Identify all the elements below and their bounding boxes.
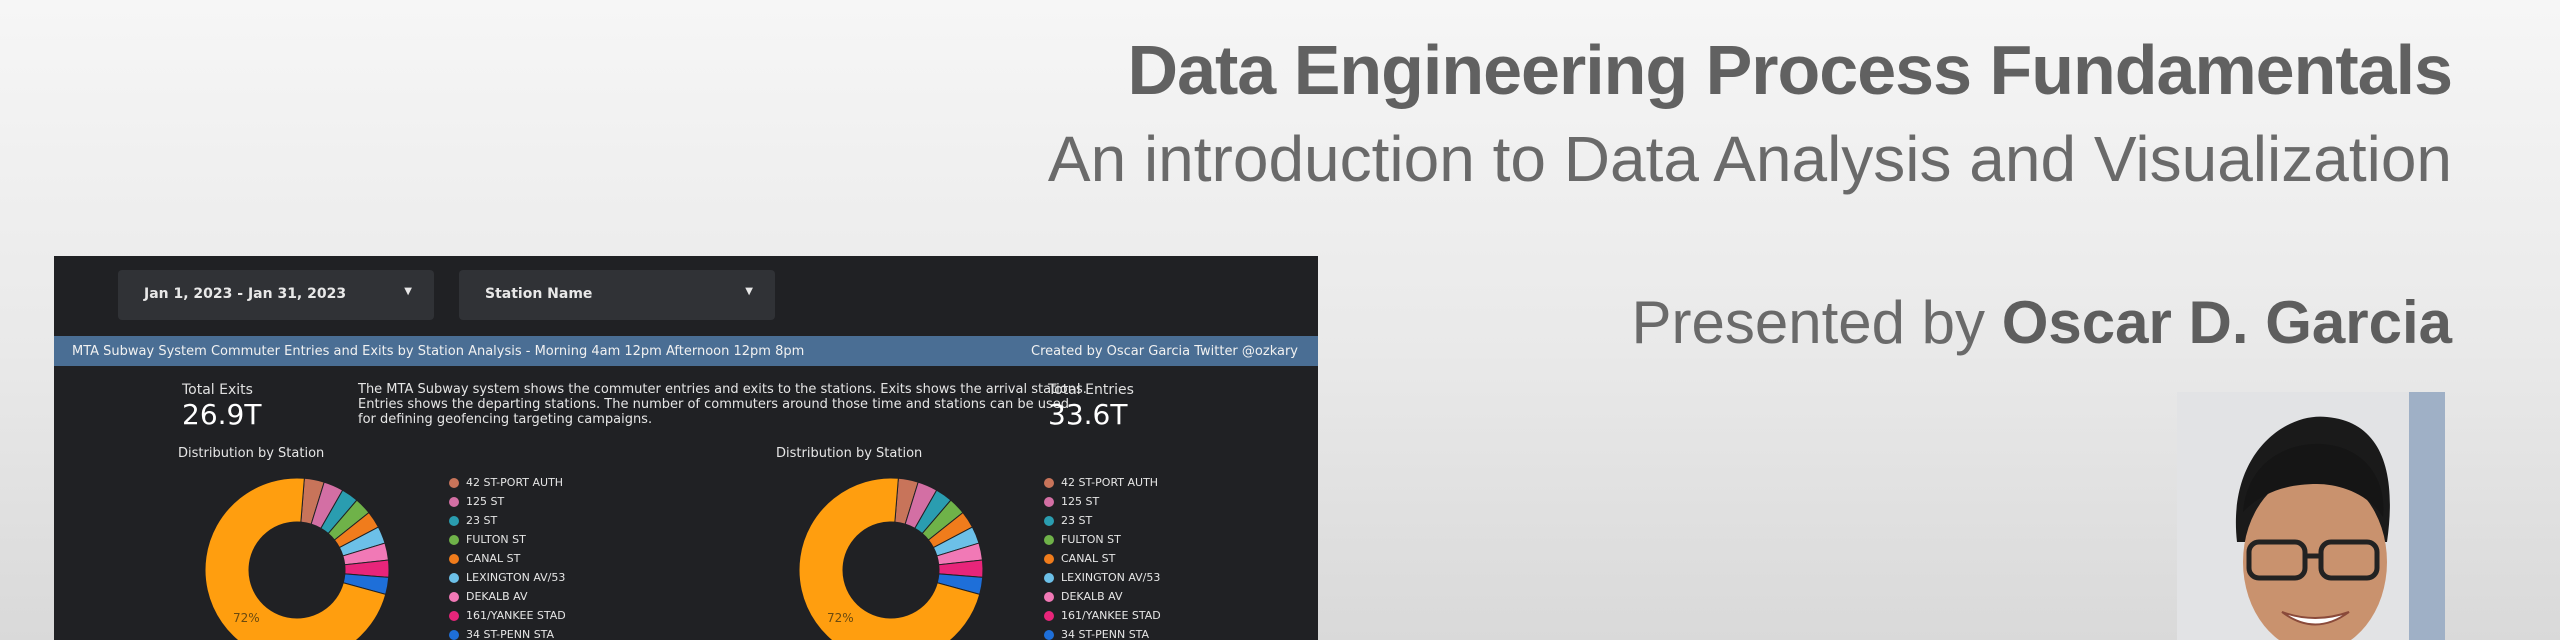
legend-label: FULTON ST: [466, 533, 526, 546]
donut-percent-label: 72%: [827, 611, 854, 625]
presenter-line: Presented by Oscar D. Garcia: [1632, 288, 2453, 357]
legend-label: 161/YANKEE STAD: [1061, 609, 1161, 622]
total-exits-value: 26.9T: [182, 398, 262, 431]
date-range-value: Jan 1, 2023 - Jan 31, 2023: [144, 286, 347, 302]
report-banner: MTA Subway System Commuter Entries and E…: [54, 336, 1318, 366]
donut-chart-left: 72%: [204, 477, 390, 640]
legend-label: 23 ST: [1061, 514, 1093, 527]
legend-swatch: [449, 516, 459, 526]
banner-credit: Created by Oscar Garcia Twitter @ozkary: [1031, 344, 1298, 359]
legend-label: 34 ST-PENN STA: [1061, 628, 1150, 640]
date-range-picker[interactable]: Jan 1, 2023 - Jan 31, 2023 ▼: [118, 270, 434, 320]
legend-label: LEXINGTON AV/53: [1061, 571, 1161, 584]
legend-swatch: [1044, 516, 1054, 526]
legend-swatch: [449, 592, 459, 602]
legend-swatch: [1044, 573, 1054, 583]
presented-by-label: Presented by: [1631, 289, 1986, 356]
total-exits-label: Total Exits: [182, 382, 253, 398]
legend-label: 23 ST: [466, 514, 498, 527]
station-filter-label: Station Name: [485, 286, 593, 302]
legend-swatch: [1044, 535, 1054, 545]
caret-down-icon: ▼: [745, 286, 753, 297]
legend-label: LEXINGTON AV/53: [466, 571, 566, 584]
distribution-title-left: Distribution by Station: [178, 446, 325, 461]
dashboard-description: The MTA Subway system shows the commuter…: [358, 382, 1087, 427]
legend-swatch: [449, 535, 459, 545]
legend-label: 42 ST-PORT AUTH: [466, 476, 564, 489]
legend-swatch: [1044, 554, 1054, 564]
banner-title: MTA Subway System Commuter Entries and E…: [72, 344, 805, 359]
station-name-filter[interactable]: Station Name ▼: [459, 270, 775, 320]
legend-swatch: [1044, 497, 1054, 507]
legend-label: 42 ST-PORT AUTH: [1061, 476, 1159, 489]
total-entries-label: Total Entries: [1048, 382, 1134, 398]
legend-swatch: [449, 611, 459, 621]
dashboard-screenshot: Jan 1, 2023 - Jan 31, 2023 ▼ Station Nam…: [54, 256, 1318, 640]
legend-label: 34 ST-PENN STA: [466, 628, 555, 640]
total-entries-value: 33.6T: [1048, 398, 1128, 431]
distribution-title-right: Distribution by Station: [776, 446, 923, 461]
legend-label: CANAL ST: [1061, 552, 1116, 565]
legend-label: 161/YANKEE STAD: [466, 609, 566, 622]
legend-label: CANAL ST: [466, 552, 521, 565]
presenter-name: Oscar D. Garcia: [2001, 289, 2452, 356]
legend-label: 125 ST: [1061, 495, 1100, 508]
caret-down-icon: ▼: [404, 286, 412, 297]
legend-label: DEKALB AV: [466, 590, 528, 603]
legend-swatch: [449, 497, 459, 507]
donut-chart-right: 72%: [798, 477, 984, 640]
legend-swatch: [449, 573, 459, 583]
slide-title: Data Engineering Process Fundamentals: [1127, 31, 2453, 109]
slide-subtitle: An introduction to Data Analysis and Vis…: [1047, 123, 2452, 195]
presenter-photo: [2177, 392, 2445, 640]
legend-swatch: [449, 630, 459, 640]
donut-percent-label: 72%: [233, 611, 260, 625]
legend-swatch: [1044, 592, 1054, 602]
legend-swatch: [1044, 611, 1054, 621]
legend-label: DEKALB AV: [1061, 590, 1123, 603]
legend-label: FULTON ST: [1061, 533, 1121, 546]
legend-swatch: [1044, 630, 1054, 640]
legend-label: 125 ST: [466, 495, 505, 508]
legend-swatch: [449, 478, 459, 488]
legend-swatch: [1044, 478, 1054, 488]
legend-swatch: [449, 554, 459, 564]
